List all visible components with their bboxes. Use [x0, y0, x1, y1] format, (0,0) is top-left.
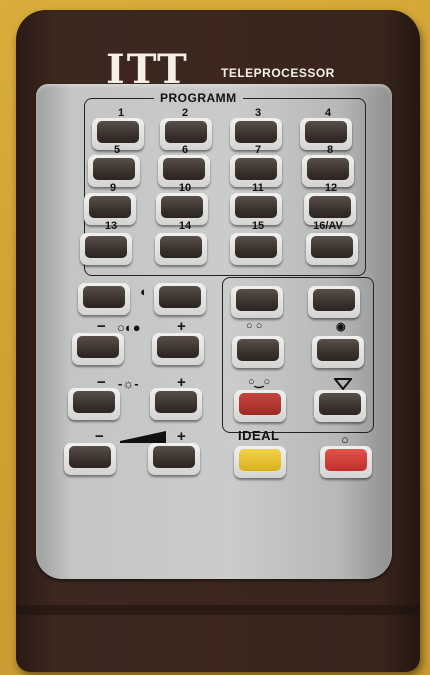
program-label-16-av: 16/AV [313, 220, 343, 232]
program-label-14: 14 [178, 220, 192, 232]
color-up-button[interactable] [152, 333, 204, 365]
program-label-13: 13 [104, 220, 118, 232]
volume-up-button[interactable] [148, 443, 200, 475]
volume-down-button[interactable] [64, 443, 116, 475]
brightness-down-button[interactable] [68, 388, 120, 420]
program-15-button[interactable] [230, 233, 282, 265]
contrast-icon: ◐ [140, 284, 148, 299]
program-up-button[interactable] [308, 286, 360, 318]
brightness-icon: -☼- [118, 376, 139, 391]
ideal-label: IDEAL [238, 428, 280, 443]
standby-icon: ○ [341, 432, 349, 447]
ideal-button[interactable] [234, 446, 286, 478]
model-name: TELEPROCESSOR [221, 66, 335, 80]
program-14-button[interactable] [155, 233, 207, 265]
program-13-button[interactable] [80, 233, 132, 265]
color-saturation-icon: ○◐● [117, 320, 141, 335]
brightness-up-button[interactable] [150, 388, 202, 420]
contrast-up-button[interactable] [154, 283, 206, 315]
stereo-button[interactable] [232, 336, 284, 368]
stereo-icon: ○ ○ [246, 320, 263, 332]
red-function-button[interactable] [234, 390, 286, 422]
mono-button[interactable] [312, 336, 364, 368]
body-seam [16, 605, 420, 615]
program-16-av-button[interactable] [306, 233, 358, 265]
standby-button[interactable] [320, 446, 372, 478]
tv-button[interactable] [314, 390, 366, 422]
tv-icon [334, 378, 352, 390]
contrast-down-button[interactable] [78, 283, 130, 315]
color-down-button[interactable] [72, 333, 124, 365]
program-title: PROGRAMM [154, 91, 243, 105]
program-down-button[interactable] [231, 286, 283, 318]
program-label-15: 15 [251, 220, 265, 232]
record-icon: ○‿○ [248, 376, 271, 388]
volume-icon [120, 431, 166, 443]
mono-icon: ◉ [336, 321, 346, 333]
